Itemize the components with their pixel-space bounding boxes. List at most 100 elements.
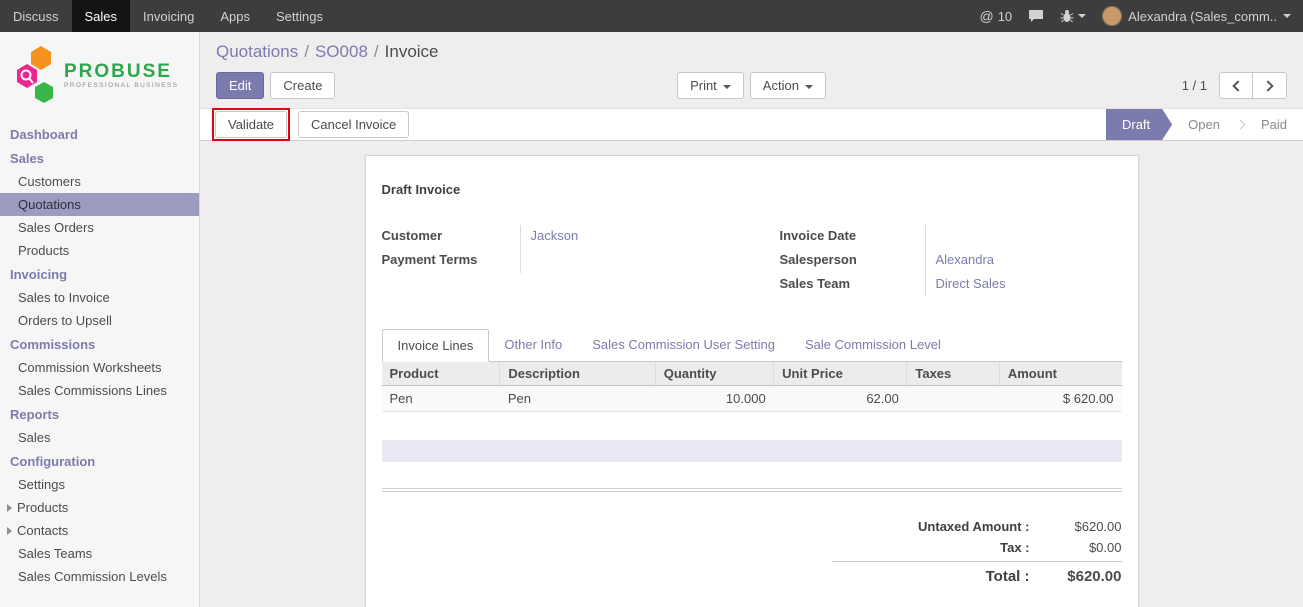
sidebar-heading-sales[interactable]: Sales (0, 146, 199, 170)
chevron-right-icon (1262, 80, 1273, 91)
sales-team-label: Sales Team (780, 273, 925, 297)
col-header-product[interactable]: Product (382, 362, 500, 386)
pager-previous-button[interactable] (1219, 72, 1253, 99)
probuse-logo: PROBUSE PROFESSIONAL BUSINESS (0, 32, 199, 122)
customer-value-link[interactable]: Jackson (520, 225, 752, 249)
sidebar: PROBUSE PROFESSIONAL BUSINESS Dashboard … (0, 32, 200, 607)
breadcrumb-current: Invoice (385, 42, 439, 61)
cell-taxes (907, 386, 1000, 412)
control-panel: Quotations / SO008 / Invoice Edit Create Pri… (200, 32, 1303, 108)
col-header-unit-price[interactable]: Unit Price (774, 362, 907, 386)
debug-menu-button[interactable] (1060, 9, 1086, 23)
edit-button[interactable]: Edit (216, 72, 264, 99)
invoice-state-title: Draft Invoice (382, 182, 1122, 197)
pager: 1 / 1 (1182, 72, 1287, 99)
breadcrumb-quotations[interactable]: Quotations (216, 42, 298, 61)
expand-arrow-icon (7, 504, 12, 512)
chat-bubble-icon (1028, 9, 1044, 23)
sidebar-item-config-products[interactable]: Products (0, 496, 199, 519)
tab-invoice-lines[interactable]: Invoice Lines (382, 329, 490, 362)
table-row[interactable]: Pen Pen 10.000 62.00 $ 620.00 (382, 386, 1122, 412)
tab-sales-commission-user-setting[interactable]: Sales Commission User Setting (577, 329, 790, 362)
action-dropdown-button[interactable]: Action (750, 72, 826, 99)
totals: Untaxed Amount : $620.00 Tax : $0.00 Tot… (832, 516, 1122, 588)
topbar-right: @ 10 Alexandra (Sales_comm.. (979, 0, 1303, 32)
sidebar-item-sales-to-invoice[interactable]: Sales to Invoice (0, 286, 199, 309)
col-header-taxes[interactable]: Taxes (907, 362, 1000, 386)
payment-terms-value[interactable] (520, 249, 752, 273)
status-draft[interactable]: Draft (1106, 109, 1172, 140)
cell-description: Pen (500, 386, 655, 412)
breadcrumb: Quotations / SO008 / Invoice (216, 42, 1287, 62)
logo-subtitle: PROFESSIONAL BUSINESS (64, 82, 178, 89)
print-dropdown-button[interactable]: Print (677, 72, 744, 99)
breadcrumb-separator: / (374, 42, 379, 61)
menu-apps[interactable]: Apps (207, 0, 263, 32)
sidebar-item-sales-commission-levels[interactable]: Sales Commission Levels (0, 565, 199, 588)
sidebar-item-commission-worksheets[interactable]: Commission Worksheets (0, 356, 199, 379)
tab-other-info[interactable]: Other Info (489, 329, 577, 362)
total-value: $620.00 (1030, 568, 1122, 585)
control-panel-buttons: Edit Create Print Action 1 / 1 (216, 72, 1287, 99)
app-body: PROBUSE PROFESSIONAL BUSINESS Dashboard … (0, 32, 1303, 607)
sidebar-heading-reports[interactable]: Reports (0, 402, 199, 426)
menu-invoicing[interactable]: Invoicing (130, 0, 207, 32)
menu-sales[interactable]: Sales (72, 0, 131, 32)
sidebar-item-sales-commissions-lines[interactable]: Sales Commissions Lines (0, 379, 199, 402)
sidebar-item-products[interactable]: Products (0, 239, 199, 262)
field-group: Customer Jackson Payment Terms Invoice D… (382, 225, 1122, 297)
breadcrumb-so008[interactable]: SO008 (315, 42, 368, 61)
sidebar-item-label: Contacts (17, 523, 68, 538)
sidebar-item-sales-teams[interactable]: Sales Teams (0, 542, 199, 565)
menu-discuss[interactable]: Discuss (0, 0, 72, 32)
salesperson-value-link[interactable]: Alexandra (925, 249, 1122, 273)
sidebar-item-settings[interactable]: Settings (0, 473, 199, 496)
tax-value: $0.00 (1030, 540, 1122, 555)
sidebar-item-reports-sales[interactable]: Sales (0, 426, 199, 449)
main-area: Quotations / SO008 / Invoice Edit Create Pri… (200, 32, 1303, 607)
status-widget: Draft Open Paid (1106, 109, 1303, 140)
col-header-quantity[interactable]: Quantity (655, 362, 773, 386)
sidebar-nav: Dashboard Sales Customers Quotations Sal… (0, 122, 199, 588)
chevron-down-icon (805, 85, 813, 89)
sidebar-item-orders-to-upsell[interactable]: Orders to Upsell (0, 309, 199, 332)
sidebar-item-customers[interactable]: Customers (0, 170, 199, 193)
probuse-logo-icon (14, 44, 58, 106)
invoice-date-value[interactable] (925, 225, 1122, 249)
expand-arrow-icon (7, 527, 12, 535)
chevron-down-icon (1078, 14, 1086, 18)
sidebar-item-sales-orders[interactable]: Sales Orders (0, 216, 199, 239)
section-divider (382, 488, 1122, 492)
pager-next-button[interactable] (1253, 72, 1287, 99)
sidebar-heading-commissions[interactable]: Commissions (0, 332, 199, 356)
messages-button[interactable] (1028, 9, 1044, 23)
sidebar-heading-configuration[interactable]: Configuration (0, 449, 199, 473)
breadcrumb-separator: / (304, 42, 309, 61)
sidebar-heading-invoicing[interactable]: Invoicing (0, 262, 199, 286)
sidebar-item-label: Products (17, 500, 68, 515)
cell-product: Pen (382, 386, 500, 412)
sidebar-item-config-contacts[interactable]: Contacts (0, 519, 199, 542)
status-open[interactable]: Open (1172, 109, 1236, 140)
cancel-invoice-button[interactable]: Cancel Invoice (298, 111, 409, 138)
col-header-amount[interactable]: Amount (999, 362, 1121, 386)
print-label: Print (690, 78, 717, 93)
invoice-lines-table: Product Description Quantity Unit Price … (382, 362, 1122, 412)
tab-sale-commission-level[interactable]: Sale Commission Level (790, 329, 956, 362)
mentions-button[interactable]: @ 10 (979, 8, 1012, 24)
statusbar: Validate Cancel Invoice Draft Open Paid (200, 108, 1303, 141)
tax-label: Tax : (1000, 540, 1029, 555)
salesperson-label: Salesperson (780, 249, 925, 273)
create-button[interactable]: Create (270, 72, 335, 99)
sidebar-heading-dashboard[interactable]: Dashboard (0, 122, 199, 146)
chevron-right-icon (1236, 120, 1246, 130)
status-paid[interactable]: Paid (1245, 109, 1303, 140)
user-menu[interactable]: Alexandra (Sales_comm.. (1102, 6, 1291, 26)
menu-settings[interactable]: Settings (263, 0, 336, 32)
validate-highlight-annotation: Validate (212, 108, 290, 141)
col-header-description[interactable]: Description (500, 362, 655, 386)
total-label: Total : (986, 568, 1030, 585)
validate-button[interactable]: Validate (215, 111, 287, 138)
sales-team-value-link[interactable]: Direct Sales (925, 273, 1122, 297)
sidebar-item-quotations[interactable]: Quotations (0, 193, 199, 216)
